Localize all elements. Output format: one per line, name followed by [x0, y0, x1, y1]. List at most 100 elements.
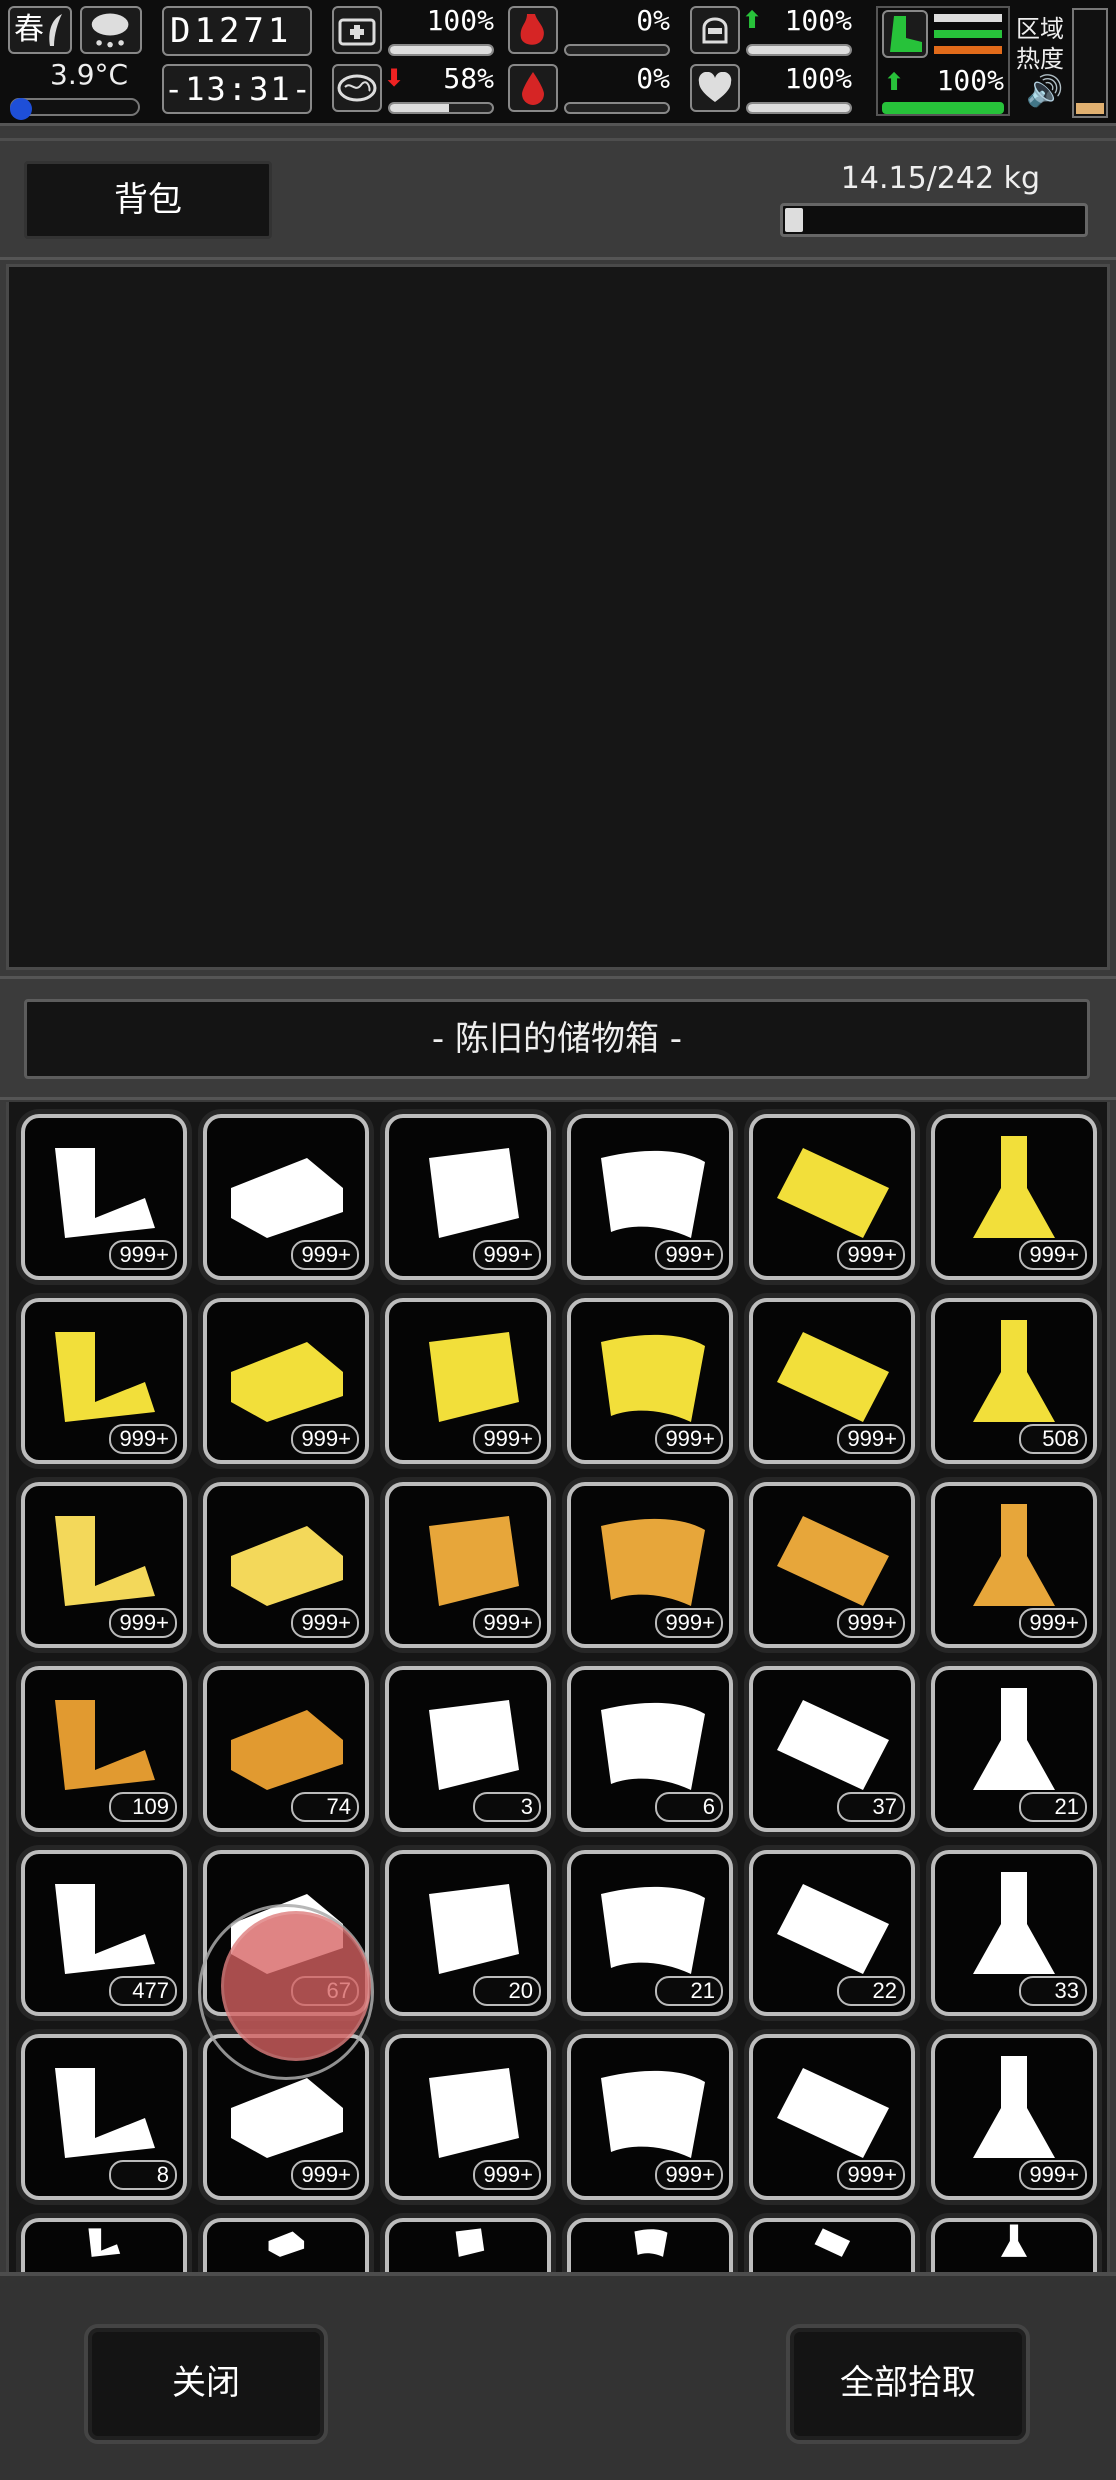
curved-sheet-icon [601, 1150, 705, 1238]
item-slot[interactable] [567, 2218, 733, 2274]
item-slot[interactable]: 21 [931, 1666, 1097, 1832]
item-slot[interactable]: 999+ [203, 1482, 369, 1648]
flask-icon [973, 1136, 1055, 1238]
item-count: 3 [473, 1792, 541, 1822]
backpack-inventory-area[interactable] [6, 264, 1110, 970]
item-slot[interactable]: 999+ [931, 1114, 1097, 1280]
filter-icon [429, 1884, 519, 1974]
item-slot[interactable]: 999+ [21, 1114, 187, 1280]
stamina-value: 100% [936, 64, 1004, 97]
heart-stat[interactable]: 100% [690, 62, 856, 118]
item-count: 508 [1019, 1424, 1087, 1454]
item-slot[interactable] [931, 2218, 1097, 2274]
item-slot[interactable]: 999+ [21, 1482, 187, 1648]
thread-spool-icon [429, 1516, 519, 1606]
touch-indicator [198, 1904, 374, 2080]
item-count: 999+ [109, 1240, 177, 1270]
item-slot[interactable]: 999+ [203, 1114, 369, 1280]
equipment-stat[interactable]: ⬆ 100% [690, 4, 856, 60]
heart-value: 100% [784, 62, 852, 95]
pipe-scraps-icon [55, 1148, 155, 1238]
footer: 关闭 全部拾取 [0, 2272, 1116, 2480]
item-slot[interactable] [385, 2218, 551, 2274]
close-button[interactable]: 关闭 [84, 2324, 328, 2444]
item-slot[interactable]: 999+ [749, 2034, 915, 2200]
item-slot[interactable]: 477 [21, 1850, 187, 2016]
item-count: 33 [1019, 1976, 1087, 2006]
vine-icon [55, 1884, 155, 1974]
item-slot[interactable]: 999+ [749, 1482, 915, 1648]
item-count: 109 [109, 1792, 177, 1822]
item-slot[interactable]: 999+ [385, 1114, 551, 1280]
health-bar-fill [390, 46, 492, 54]
region-heat-bar [1072, 8, 1108, 118]
stamina-panel[interactable]: ⬆ 100% [876, 6, 1010, 116]
item-slot[interactable]: 999+ [385, 1482, 551, 1648]
item-slot[interactable]: 21 [567, 1850, 733, 2016]
item-count: 74 [291, 1792, 359, 1822]
item-slot[interactable]: 6 [567, 1666, 733, 1832]
item-slot[interactable]: 508 [931, 1298, 1097, 1464]
hunger-stat[interactable]: 0% [508, 4, 674, 60]
thirst-stat[interactable]: 0% [508, 62, 674, 118]
equipment-value: 100% [784, 4, 852, 37]
item-slot[interactable]: 999+ [21, 1298, 187, 1464]
item-slot[interactable]: 999+ [567, 1114, 733, 1280]
paper-roll-icon [777, 2068, 889, 2158]
item-slot[interactable] [21, 2218, 187, 2274]
item-slot[interactable]: 999+ [749, 1298, 915, 1464]
item-slot[interactable]: 999+ [931, 2034, 1097, 2200]
item-slot[interactable]: 3 [385, 1666, 551, 1832]
item-count: 999+ [473, 1240, 541, 1270]
mental-stat[interactable]: ⬇ 58% [332, 62, 498, 118]
item-slot[interactable]: 8 [21, 2034, 187, 2200]
item-slot[interactable]: 109 [21, 1666, 187, 1832]
weight-readout: 14.15/242 kg [840, 161, 1040, 196]
item-count: 999+ [837, 1608, 905, 1638]
item-slot[interactable]: 999+ [567, 1298, 733, 1464]
container-inventory-area[interactable]: 999+ 999+ 999+ 999+ 999+ 999+ 999+ 999+ 999+ 999+… [6, 1102, 1110, 2274]
chips-icon [601, 1334, 705, 1422]
backpack-tab[interactable]: 背包 [24, 161, 272, 239]
item-slot[interactable]: 999+ [567, 1482, 733, 1648]
temperature-bar [10, 98, 140, 120]
item-slot[interactable]: 999+ [931, 1482, 1097, 1648]
item-slot[interactable]: 22 [749, 1850, 915, 2016]
pick-all-button[interactable]: 全部拾取 [786, 2324, 1030, 2444]
item-count: 999+ [1019, 1240, 1087, 1270]
item-slot[interactable]: 999+ [385, 2034, 551, 2200]
temperature-readout: 3.9°C [50, 58, 129, 91]
equipment-bar-fill [748, 46, 850, 54]
spool-icon [777, 1332, 889, 1422]
item-slot[interactable]: 20 [385, 1850, 551, 2016]
brain-icon [332, 64, 382, 112]
parts-icon [231, 1342, 343, 1422]
item-count: 999+ [655, 2160, 723, 2190]
item-slot[interactable]: 999+ [385, 1298, 551, 1464]
item-slot[interactable]: 999+ [749, 1114, 915, 1280]
item-count: 999+ [1019, 2160, 1087, 2190]
item-slot[interactable]: 999+ [567, 2034, 733, 2200]
container-title: - 陈旧的储物箱 - [24, 999, 1090, 1079]
hide-icon [777, 1700, 889, 1790]
item-slot[interactable] [203, 2218, 369, 2274]
item-count: 999+ [109, 1608, 177, 1638]
wood-planks-icon [55, 1516, 155, 1606]
item-count: 999+ [291, 1424, 359, 1454]
region-heat-label: 区域 热度 [1016, 15, 1064, 73]
weight-bar [780, 203, 1088, 237]
speaker-icon[interactable]: 🔊 [1026, 74, 1063, 109]
boards-icon [777, 1516, 889, 1606]
hunger-value: 0% [636, 4, 670, 37]
item-slot[interactable]: 999+ [203, 1298, 369, 1464]
clock: -13:31- [162, 64, 312, 114]
health-stat[interactable]: 100% [332, 4, 498, 60]
item-slot[interactable]: 74 [203, 1666, 369, 1832]
item-slot[interactable]: 37 [749, 1666, 915, 1832]
item-count: 37 [837, 1792, 905, 1822]
item-slot[interactable] [749, 2218, 915, 2274]
item-slot[interactable]: 33 [931, 1850, 1097, 2016]
potion-icon [973, 1504, 1055, 1606]
fabric-icon [601, 2070, 705, 2158]
metal-plate-icon [429, 1148, 519, 1238]
